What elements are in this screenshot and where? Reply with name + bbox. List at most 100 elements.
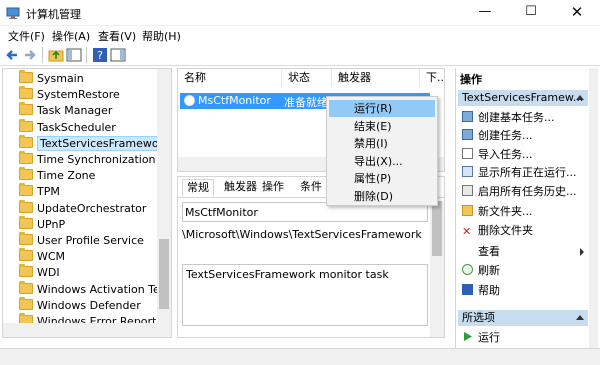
tree-item-label: TPM xyxy=(37,185,60,199)
action-item[interactable]: 查看 xyxy=(462,244,590,260)
actions-vertical-scrollbar[interactable] xyxy=(589,68,598,348)
tree-item[interactable]: UpdateOrchestrator xyxy=(19,199,147,217)
help-icon xyxy=(462,284,473,295)
tree-item[interactable]: TPM xyxy=(19,183,60,200)
status-bar xyxy=(0,348,600,365)
tab-actions[interactable]: 操作 xyxy=(258,179,288,197)
create-task-icon xyxy=(462,129,473,140)
selected-item-group-header[interactable]: 所选项 xyxy=(458,310,588,326)
tree-item[interactable]: UPnP xyxy=(19,215,65,233)
action-item-label: 查看 xyxy=(478,245,500,258)
details-vertical-scrollbar[interactable] xyxy=(430,201,444,337)
tree-item-label: UpdateOrchestrator xyxy=(37,201,147,215)
action-item[interactable]: 启用所有任务历史... xyxy=(462,184,590,200)
details-scroll-thumb[interactable] xyxy=(432,201,442,256)
running-tasks-icon xyxy=(462,166,473,177)
clock-icon xyxy=(184,95,195,106)
tree-item-label: WDI xyxy=(37,266,60,280)
menu-file[interactable]: 文件(F) xyxy=(8,28,45,44)
tree-item[interactable]: Windows Activation Techr xyxy=(19,280,171,298)
action-item[interactable]: 帮助 xyxy=(462,283,590,299)
create-basic-task-icon xyxy=(462,111,473,122)
tree-item[interactable]: SystemRestore xyxy=(19,86,120,103)
action-item-label: 导入任务... xyxy=(478,148,533,161)
up-folder-icon[interactable] xyxy=(48,47,64,63)
column-header-status[interactable]: 状态 xyxy=(282,69,332,87)
folder-icon xyxy=(19,215,33,229)
tree-scroll-thumb[interactable] xyxy=(159,239,169,309)
tree-item[interactable]: WCM xyxy=(19,248,65,265)
tree-item[interactable]: User Profile Service xyxy=(19,232,144,249)
tree-horizontal-scrollbar[interactable] xyxy=(3,323,157,337)
folder-icon xyxy=(19,232,33,245)
close-button[interactable]: ✕ xyxy=(554,0,600,26)
collapse-icon xyxy=(576,315,584,320)
maximize-button[interactable]: ☐ xyxy=(508,0,554,26)
actions-group-header[interactable]: TextServicesFramew... xyxy=(458,90,588,106)
task-name-cell: MsCtfMonitor xyxy=(198,94,271,107)
column-header-triggers[interactable]: 触发器 xyxy=(332,69,420,87)
show-action-pane-icon[interactable] xyxy=(110,47,126,63)
action-item[interactable]: 导入任务... xyxy=(462,147,590,163)
tree-item[interactable]: Windows Defender xyxy=(19,296,141,314)
folder-icon xyxy=(19,70,33,83)
back-arrow-icon[interactable] xyxy=(4,47,20,63)
tree-item-label: User Profile Service xyxy=(37,234,144,247)
tree-item[interactable]: TextServicesFramework xyxy=(19,134,171,152)
show-hide-tree-icon[interactable] xyxy=(66,47,82,63)
action-item-label: 显示所有正在运行... xyxy=(478,166,577,179)
folder-icon xyxy=(19,183,33,197)
toolbar-separator xyxy=(86,47,87,63)
action-item[interactable]: 刷新 xyxy=(462,263,590,279)
context-menu-item[interactable]: 删除(D) xyxy=(329,188,435,205)
folder-icon xyxy=(19,86,33,100)
task-description-field[interactable]: TextServicesFramework monitor task xyxy=(182,264,428,326)
column-header-name[interactable]: 名称 xyxy=(178,69,282,87)
context-menu-item[interactable]: 导出(X)... xyxy=(329,153,435,170)
tab-general[interactable]: 常规 xyxy=(182,179,214,197)
action-item-label: 创建任务... xyxy=(478,129,533,142)
menu-help[interactable]: 帮助(H) xyxy=(142,28,181,44)
column-header-next-run[interactable]: 下... xyxy=(420,69,444,87)
window-title: 计算机管理 xyxy=(26,8,81,21)
context-menu-item[interactable]: 运行(R) xyxy=(329,100,435,117)
action-item-label: 删除文件夹 xyxy=(478,224,533,237)
tab-conditions[interactable]: 条件 xyxy=(296,179,326,197)
tree-item[interactable]: Time Synchronization xyxy=(19,151,156,168)
context-menu-item[interactable]: 结束(E) xyxy=(329,118,435,135)
import-task-icon xyxy=(462,148,473,159)
tree-item-label: Task Manager xyxy=(37,104,113,118)
tree-item[interactable]: Sysmain xyxy=(19,70,84,87)
minimize-button[interactable]: — xyxy=(462,0,508,26)
tab-triggers[interactable]: 触发器 xyxy=(220,179,261,197)
menu-action[interactable]: 操作(A) xyxy=(52,28,90,44)
action-item-label: 运行 xyxy=(478,331,500,344)
tree-item[interactable]: Task Manager xyxy=(19,102,113,119)
context-menu: 运行(R) 结束(E) 禁用(I) 导出(X)... 属性(P) 删除(D) xyxy=(326,96,438,206)
tree-item[interactable]: Time Zone xyxy=(19,167,95,184)
help-icon[interactable]: ? xyxy=(92,47,108,63)
action-item-label: 新文件夹... xyxy=(478,205,533,218)
action-item[interactable]: ✕ 删除文件夹 xyxy=(462,223,590,239)
menu-view[interactable]: 查看(V) xyxy=(98,28,136,44)
action-item[interactable]: 新文件夹... xyxy=(462,204,590,220)
action-item[interactable]: 创建基本任务... xyxy=(462,110,590,126)
context-menu-item[interactable]: 属性(P) xyxy=(329,170,435,187)
action-item[interactable]: 创建任务... xyxy=(462,128,590,144)
view-icon xyxy=(462,245,473,256)
task-location-field[interactable]: \Microsoft\Windows\TextServicesFramework xyxy=(180,225,430,245)
forward-arrow-icon[interactable] xyxy=(22,47,38,63)
tree-item-label: SystemRestore xyxy=(37,88,120,102)
tree-vertical-scrollbar[interactable] xyxy=(157,69,171,337)
folder-icon xyxy=(19,118,33,132)
action-item[interactable]: 显示所有正在运行... xyxy=(462,165,590,181)
menu-bar: 文件(F) 操作(A) 查看(V) 帮助(H) xyxy=(0,26,600,44)
task-scheduler-tree[interactable]: Sysmain SystemRestore Task Manager TaskSche… xyxy=(2,68,172,338)
actions-group-label: TextServicesFramew... xyxy=(462,91,584,104)
action-item[interactable]: 运行 xyxy=(462,330,500,346)
tree-item[interactable]: TaskScheduler xyxy=(19,118,116,136)
actions-pane: 操作 TextServicesFramew... 创建基本任务... 创建任务..… xyxy=(455,68,598,348)
tree-item-label: TextServicesFramework xyxy=(37,135,171,151)
tree-item[interactable]: WDI xyxy=(19,264,60,281)
context-menu-item[interactable]: 禁用(I) xyxy=(329,135,435,152)
